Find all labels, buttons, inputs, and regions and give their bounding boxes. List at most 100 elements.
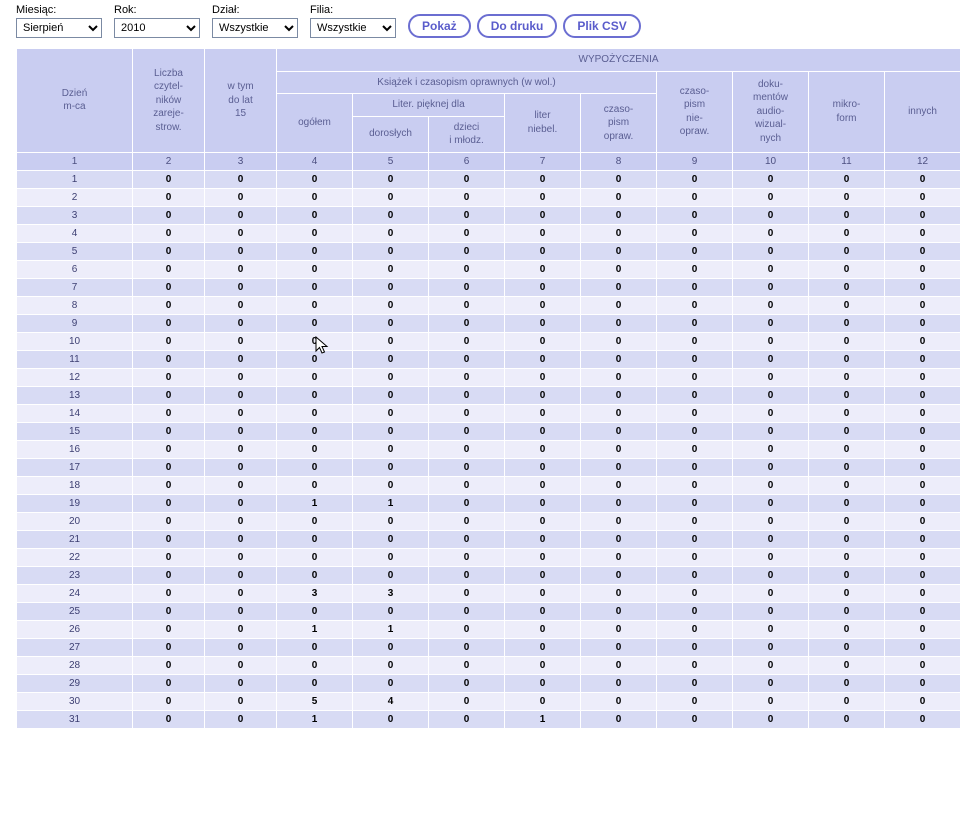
value-cell: 0 (657, 350, 733, 368)
value-cell: 0 (581, 188, 657, 206)
column-index: 3 (205, 152, 277, 170)
value-cell: 0 (657, 170, 733, 188)
value-cell: 5 (277, 692, 353, 710)
value-cell: 0 (277, 602, 353, 620)
value-cell: 0 (133, 224, 205, 242)
value-cell: 0 (581, 440, 657, 458)
month-select[interactable]: Sierpień (16, 18, 102, 38)
value-cell: 0 (733, 314, 809, 332)
value-cell: 0 (277, 440, 353, 458)
value-cell: 0 (581, 296, 657, 314)
value-cell: 0 (277, 350, 353, 368)
value-cell: 0 (809, 566, 885, 584)
value-cell: 0 (205, 656, 277, 674)
value-cell: 0 (809, 242, 885, 260)
value-cell: 0 (657, 602, 733, 620)
show-button[interactable]: Pokaż (408, 14, 471, 38)
value-cell: 0 (657, 584, 733, 602)
table-row: 2400330000000 (17, 584, 961, 602)
value-cell: 0 (505, 584, 581, 602)
print-button[interactable]: Do druku (477, 14, 558, 38)
value-cell: 0 (429, 314, 505, 332)
value-cell: 0 (809, 674, 885, 692)
day-cell: 28 (17, 656, 133, 674)
value-cell: 0 (505, 224, 581, 242)
value-cell: 0 (885, 494, 961, 512)
value-cell: 0 (581, 674, 657, 692)
value-cell: 0 (885, 332, 961, 350)
value-cell: 0 (353, 404, 429, 422)
value-cell: 0 (277, 170, 353, 188)
value-cell: 0 (809, 206, 885, 224)
value-cell: 0 (733, 368, 809, 386)
dept-select[interactable]: Wszystkie (212, 18, 298, 38)
value-cell: 0 (809, 170, 885, 188)
day-cell: 19 (17, 494, 133, 512)
month-label: Miesiąc: (16, 4, 102, 16)
value-cell: 0 (885, 188, 961, 206)
value-cell: 0 (733, 602, 809, 620)
value-cell: 0 (809, 512, 885, 530)
value-cell: 0 (133, 602, 205, 620)
value-cell: 0 (885, 386, 961, 404)
value-cell: 0 (657, 368, 733, 386)
table-row: 400000000000 (17, 224, 961, 242)
value-cell: 0 (733, 692, 809, 710)
table-row: 2000000000000 (17, 512, 961, 530)
value-cell: 0 (505, 278, 581, 296)
value-cell: 0 (581, 350, 657, 368)
year-select[interactable]: 2010 (114, 18, 200, 38)
value-cell: 0 (885, 512, 961, 530)
value-cell: 0 (657, 530, 733, 548)
branch-select[interactable]: Wszystkie (310, 18, 396, 38)
value-cell: 0 (429, 476, 505, 494)
value-cell: 0 (205, 476, 277, 494)
table-row: 2700000000000 (17, 638, 961, 656)
value-cell: 0 (133, 386, 205, 404)
value-cell: 0 (429, 350, 505, 368)
day-cell: 17 (17, 458, 133, 476)
table-row: 1500000000000 (17, 422, 961, 440)
day-cell: 5 (17, 242, 133, 260)
value-cell: 0 (205, 224, 277, 242)
value-cell: 0 (133, 494, 205, 512)
value-cell: 0 (133, 530, 205, 548)
value-cell: 0 (733, 458, 809, 476)
value-cell: 0 (353, 512, 429, 530)
value-cell: 0 (657, 206, 733, 224)
column-index: 7 (505, 152, 581, 170)
table-row: 1400000000000 (17, 404, 961, 422)
filter-year: Rok: 2010 (114, 4, 200, 38)
value-cell: 0 (505, 242, 581, 260)
csv-button[interactable]: Plik CSV (563, 14, 640, 38)
value-cell: 0 (353, 332, 429, 350)
value-cell: 0 (353, 260, 429, 278)
value-cell: 0 (733, 440, 809, 458)
value-cell: 0 (429, 548, 505, 566)
value-cell: 0 (733, 224, 809, 242)
value-cell: 0 (885, 170, 961, 188)
table-row: 1100000000000 (17, 350, 961, 368)
value-cell: 0 (885, 638, 961, 656)
column-index: 6 (429, 152, 505, 170)
value-cell: 0 (885, 296, 961, 314)
value-cell: 0 (885, 206, 961, 224)
value-cell: 0 (353, 188, 429, 206)
value-cell: 0 (429, 188, 505, 206)
day-cell: 31 (17, 710, 133, 728)
column-index: 2 (133, 152, 205, 170)
value-cell: 0 (133, 188, 205, 206)
column-index: 12 (885, 152, 961, 170)
value-cell: 0 (353, 278, 429, 296)
value-cell: 0 (505, 404, 581, 422)
value-cell: 0 (733, 512, 809, 530)
value-cell: 0 (133, 620, 205, 638)
value-cell: 4 (353, 692, 429, 710)
value-cell: 0 (505, 458, 581, 476)
value-cell: 0 (429, 620, 505, 638)
value-cell: 0 (277, 188, 353, 206)
value-cell: 0 (205, 584, 277, 602)
value-cell: 0 (657, 242, 733, 260)
value-cell: 0 (657, 332, 733, 350)
value-cell: 0 (429, 404, 505, 422)
